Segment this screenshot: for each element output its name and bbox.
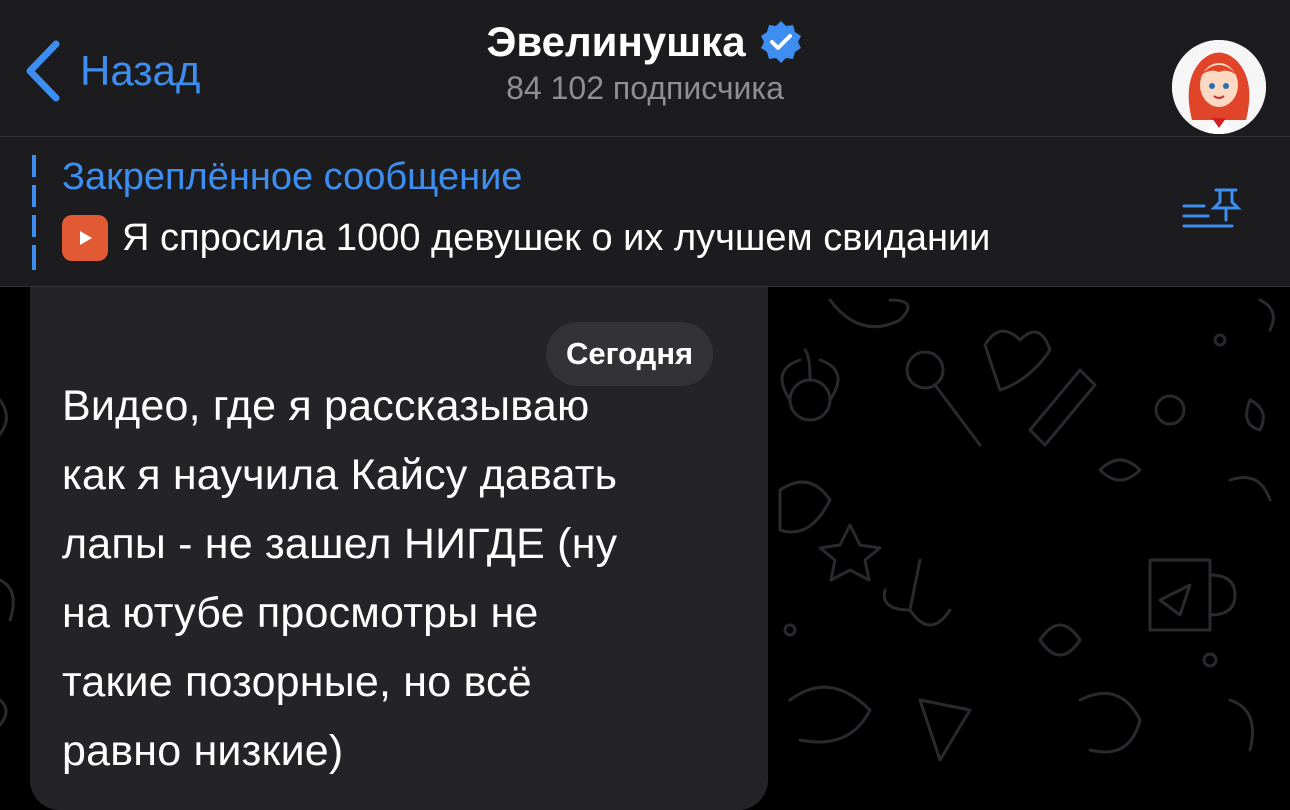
- message-line: как я научила Кайсу давать: [62, 451, 618, 499]
- avatar[interactable]: [1172, 40, 1266, 134]
- channel-info[interactable]: Эвелинушка 84 102 подписчика: [0, 18, 1290, 107]
- avatar-illustration: [1172, 40, 1266, 134]
- youtube-emoji-icon: [62, 215, 108, 261]
- channel-title: Эвелинушка: [486, 18, 803, 66]
- message-line: такие позорные, но всё: [62, 658, 532, 706]
- subscriber-count: 84 102 подписчика: [506, 70, 784, 106]
- message-text: Видео, где я рассказываю как я научила К…: [62, 372, 742, 786]
- pinned-preview: Я спросила 1000 девушек о их лучшем свид…: [62, 215, 990, 261]
- pinned-title: Закреплённое сообщение: [62, 156, 523, 198]
- pinned-indicator: [32, 155, 36, 270]
- chat-header: Назад Эвелинушка 84 102 подписчика: [0, 0, 1290, 137]
- message-line: равно низкие): [62, 727, 344, 775]
- pinned-text: Я спросила 1000 девушек о их лучшем свид…: [122, 216, 991, 259]
- channel-name: Эвелинушка: [486, 18, 746, 65]
- verified-badge-icon: [760, 21, 801, 63]
- pinned-list-icon[interactable]: [1182, 186, 1246, 238]
- date-separator: Сегодня: [546, 322, 714, 386]
- message-line: на ютубе просмотры не: [62, 589, 539, 637]
- message-line: лапы - не зашел НИГДЕ (ну: [62, 520, 618, 568]
